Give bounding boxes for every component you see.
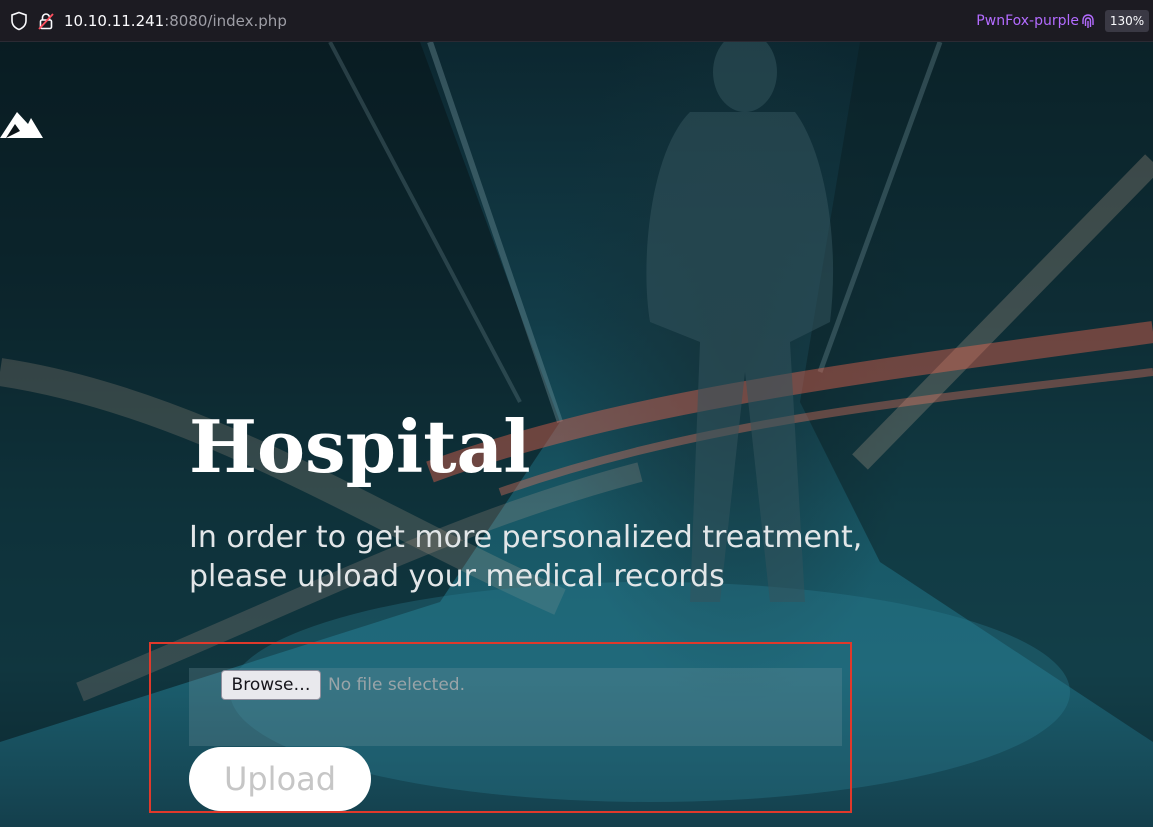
hero-section: Hospital In order to get more personaliz… — [0, 42, 1153, 827]
page-subtitle: In order to get more personalized treatm… — [189, 520, 863, 594]
lock-icon[interactable] — [38, 12, 54, 30]
url-host: 10.10.11.241 — [64, 12, 165, 30]
upload-button[interactable]: Upload — [189, 747, 371, 811]
page-title: Hospital — [189, 404, 531, 489]
address-bar[interactable]: 10.10.11.241:8080/index.php — [64, 12, 287, 30]
url-path: :8080/index.php — [164, 12, 287, 30]
browser-toolbar: 10.10.11.241:8080/index.php PwnFox-purpl… — [0, 0, 1153, 42]
shield-icon[interactable] — [10, 11, 28, 31]
zoom-level-button[interactable]: 130% — [1105, 10, 1149, 32]
upload-form: Browse… No file selected. Upload — [149, 642, 852, 813]
site-logo[interactable] — [0, 98, 44, 138]
file-input[interactable]: Browse… No file selected. — [189, 668, 842, 746]
container-label[interactable]: PwnFox-purple — [976, 12, 1079, 30]
fingerprint-icon[interactable] — [1081, 13, 1095, 29]
browse-button[interactable]: Browse… — [221, 670, 321, 700]
file-status-text: No file selected. — [328, 675, 465, 695]
